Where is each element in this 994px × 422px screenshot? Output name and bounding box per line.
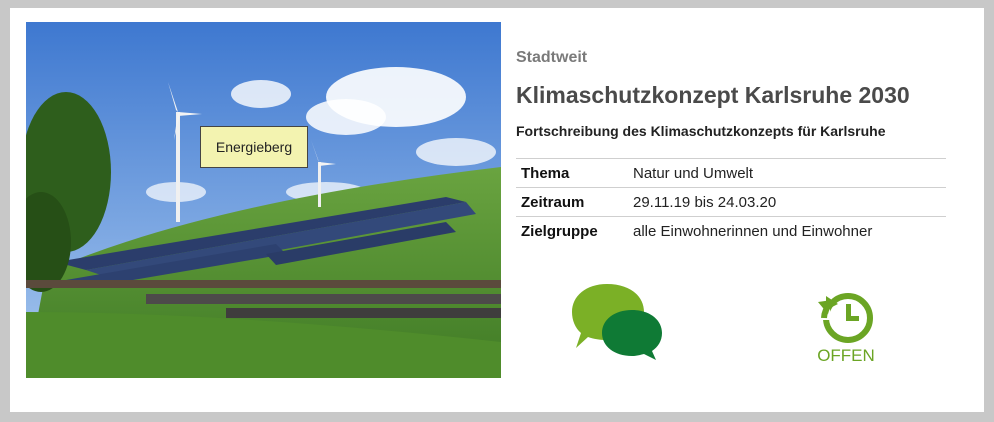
detail-key: Zeitraum (521, 193, 585, 211)
image-location-tag[interactable]: Energieberg (200, 126, 308, 168)
status-clock-icon (816, 288, 876, 349)
detail-value: 29.11.19 bis 24.03.20 (633, 193, 777, 211)
detail-key: Thema (521, 164, 570, 182)
project-subtitle: Fortschreibung des Klimaschutzkonzepts f… (516, 123, 886, 139)
chat-bubbles-icon[interactable] (572, 284, 662, 360)
project-card[interactable]: Energieberg Stadtweit Klimaschutzkonzept… (26, 22, 976, 398)
solar-hill-photo (26, 22, 501, 378)
detail-row-zielgruppe: Zielgruppe alle Einwohnerinnen und Einwo… (516, 216, 946, 245)
details-table: Thema Natur und Umwelt Zeitraum 29.11.19… (516, 158, 946, 245)
project-image: Energieberg (26, 22, 501, 378)
detail-row-thema: Thema Natur und Umwelt (516, 158, 946, 187)
detail-value: Natur und Umwelt (633, 164, 754, 182)
detail-value: alle Einwohnerinnen und Einwohner (633, 222, 873, 240)
detail-key: Zielgruppe (521, 222, 598, 240)
status-label: OFFEN (817, 346, 875, 365)
detail-row-zeitraum: Zeitraum 29.11.19 bis 24.03.20 (516, 187, 946, 216)
scope-label: Stadtweit (516, 49, 588, 66)
project-title[interactable]: Klimaschutzkonzept Karlsruhe 2030 (516, 82, 910, 109)
